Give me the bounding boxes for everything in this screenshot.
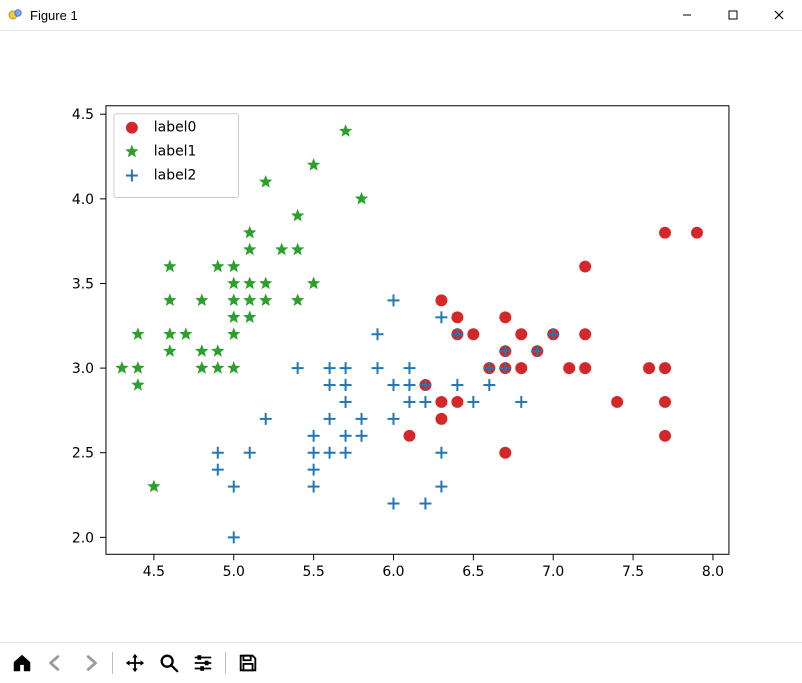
svg-text:5.5: 5.5 — [303, 564, 325, 580]
svg-text:6.5: 6.5 — [462, 564, 484, 580]
svg-text:8.0: 8.0 — [702, 564, 724, 580]
pan-button[interactable] — [119, 647, 151, 679]
svg-text:3.0: 3.0 — [72, 361, 94, 377]
toolbar-separator — [225, 652, 226, 674]
svg-text:label1: label1 — [154, 144, 197, 160]
arrow-left-icon — [45, 652, 67, 674]
window-close-button[interactable] — [756, 0, 802, 30]
configure-subplots-button[interactable] — [187, 647, 219, 679]
sliders-icon — [192, 652, 214, 674]
svg-text:4.0: 4.0 — [72, 192, 94, 208]
svg-text:5.0: 5.0 — [223, 564, 245, 580]
titlebar: Figure 1 — [0, 0, 802, 31]
svg-text:label0: label0 — [154, 120, 197, 136]
svg-text:4.5: 4.5 — [72, 107, 94, 123]
forward-button[interactable] — [74, 647, 106, 679]
svg-text:3.5: 3.5 — [72, 276, 94, 292]
svg-text:4.5: 4.5 — [143, 564, 165, 580]
app-icon — [8, 7, 24, 23]
toolbar-separator — [112, 652, 113, 674]
home-icon — [11, 652, 33, 674]
zoom-icon — [158, 652, 180, 674]
scatter-plot: 4.5 5.0 5.5 6.0 6.5 7.0 7.5 8.0 2.0 2.5 3.0 3.5 4.0 4… — [0, 31, 802, 642]
nav-toolbar — [0, 642, 802, 683]
figure-canvas[interactable]: 4.5 5.0 5.5 6.0 6.5 7.0 7.5 8.0 2.0 2.5 3.0 3.5 4.0 4… — [0, 31, 802, 642]
svg-text:2.0: 2.0 — [72, 530, 94, 546]
window-maximize-button[interactable] — [710, 0, 756, 30]
svg-text:7.5: 7.5 — [622, 564, 644, 580]
home-button[interactable] — [6, 647, 38, 679]
arrow-right-icon — [79, 652, 101, 674]
move-icon — [124, 652, 146, 674]
zoom-button[interactable] — [153, 647, 185, 679]
svg-text:6.0: 6.0 — [382, 564, 404, 580]
back-button[interactable] — [40, 647, 72, 679]
svg-text:label2: label2 — [154, 168, 197, 184]
svg-text:2.5: 2.5 — [72, 446, 94, 462]
window-title: Figure 1 — [30, 8, 78, 23]
save-icon — [237, 652, 259, 674]
window-minimize-button[interactable] — [664, 0, 710, 30]
save-button[interactable] — [232, 647, 264, 679]
svg-text:7.0: 7.0 — [542, 564, 564, 580]
figure-window: Figure 1 4.5 5.0 5.5 6.0 6.5 7.0 7.5 8.0 2.0 2.5 3… — [0, 0, 802, 683]
